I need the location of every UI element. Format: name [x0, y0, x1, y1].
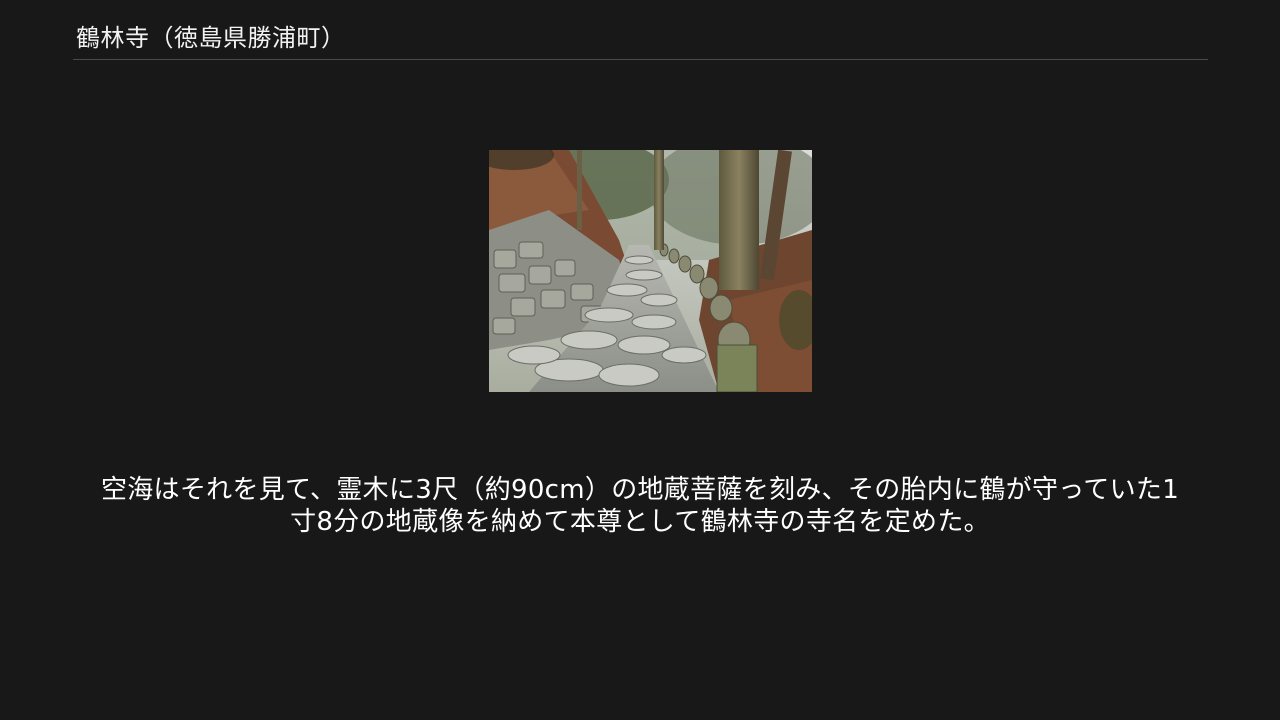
title-divider — [73, 59, 1208, 60]
narration-caption: 空海はそれを見て、霊木に3尺（約90cm）の地蔵菩薩を刻み、その胎内に鶴が守って… — [40, 474, 1240, 538]
caption-line-1: 空海はそれを見て、霊木に3尺（約90cm）の地蔵菩薩を刻み、その胎内に鶴が守って… — [100, 475, 1180, 505]
slide-title: 鶴林寺（徳島県勝浦町） — [76, 24, 346, 52]
slide: 鶴林寺（徳島県勝浦町） 空海はそれを見て、霊木に3尺（約90cm）の地蔵菩薩を刻… — [0, 0, 1280, 720]
temple-stone-path-photo — [489, 150, 812, 392]
caption-line-2: 寸8分の地蔵像を納めて本尊として鶴林寺の寺名を定めた。 — [290, 507, 990, 537]
